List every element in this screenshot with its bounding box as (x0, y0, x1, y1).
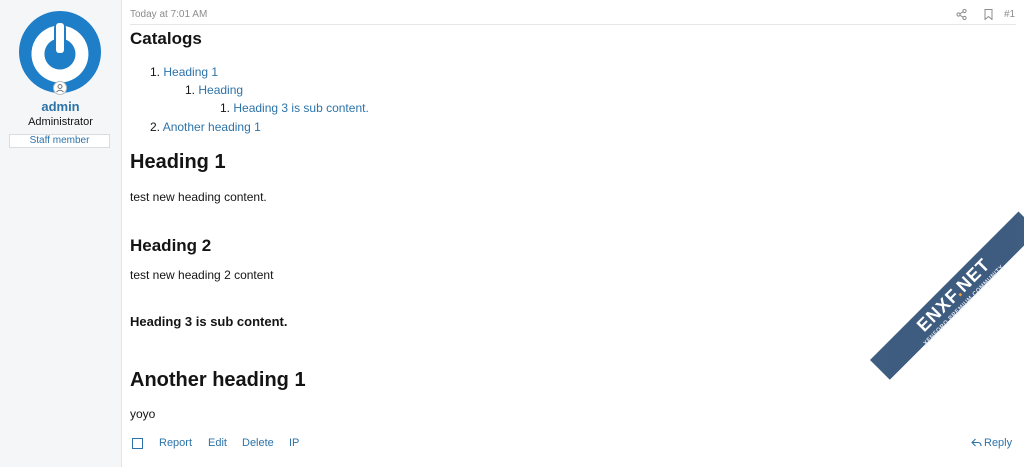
toc-link-heading[interactable]: Heading (198, 83, 243, 97)
catalog-title: Catalogs (130, 29, 202, 48)
paragraph: test new heading 2 content (130, 268, 274, 282)
toc-link-another-heading-1[interactable]: Another heading 1 (163, 120, 261, 134)
online-status-icon (53, 81, 67, 95)
select-checkbox[interactable] (132, 438, 143, 449)
post-actions: Report Edit Delete IP Reply (130, 436, 1016, 452)
message-post: admin Administrator Staff member Today a… (0, 0, 1024, 467)
post-time[interactable]: Today at 7:01 AM (130, 9, 207, 20)
post-main: Today at 7:01 AM #1 Catalogs 1. Heading … (122, 0, 1024, 467)
report-link[interactable]: Report (159, 437, 192, 449)
post-header: Today at 7:01 AM #1 (130, 8, 1016, 25)
share-icon[interactable] (956, 9, 967, 20)
username-link[interactable]: admin (0, 99, 121, 114)
heading-2: Heading 2 (130, 236, 212, 255)
toc-link-heading-1[interactable]: Heading 1 (163, 65, 218, 79)
delete-link[interactable]: Delete (242, 437, 274, 449)
ip-link[interactable]: IP (289, 437, 299, 449)
reply-button[interactable]: Reply (971, 437, 1012, 449)
user-title: Administrator (28, 116, 93, 128)
paragraph: test new heading content. (130, 190, 267, 204)
paragraph: yoyo (130, 407, 156, 421)
staff-badge: Staff member (9, 134, 110, 148)
toc-item: 1. Heading 3 is sub content. (220, 101, 369, 115)
heading-another-1: Another heading 1 (130, 369, 306, 391)
user-sidebar: admin Administrator Staff member (0, 0, 122, 467)
reply-label: Reply (984, 437, 1013, 449)
toc-item: 1. Heading (185, 83, 244, 97)
toc-item: 1. Heading 1 (150, 65, 219, 79)
heading-1: Heading 1 (130, 151, 226, 173)
post-number-link[interactable]: #1 (1004, 9, 1015, 20)
toc-item: 2. Another heading 1 (150, 120, 261, 134)
reply-icon (971, 438, 982, 447)
edit-link[interactable]: Edit (208, 437, 227, 449)
toc-link-heading-3[interactable]: Heading 3 is sub content. (233, 101, 368, 115)
bookmark-icon[interactable] (984, 9, 993, 20)
heading-3: Heading 3 is sub content. (130, 314, 288, 329)
